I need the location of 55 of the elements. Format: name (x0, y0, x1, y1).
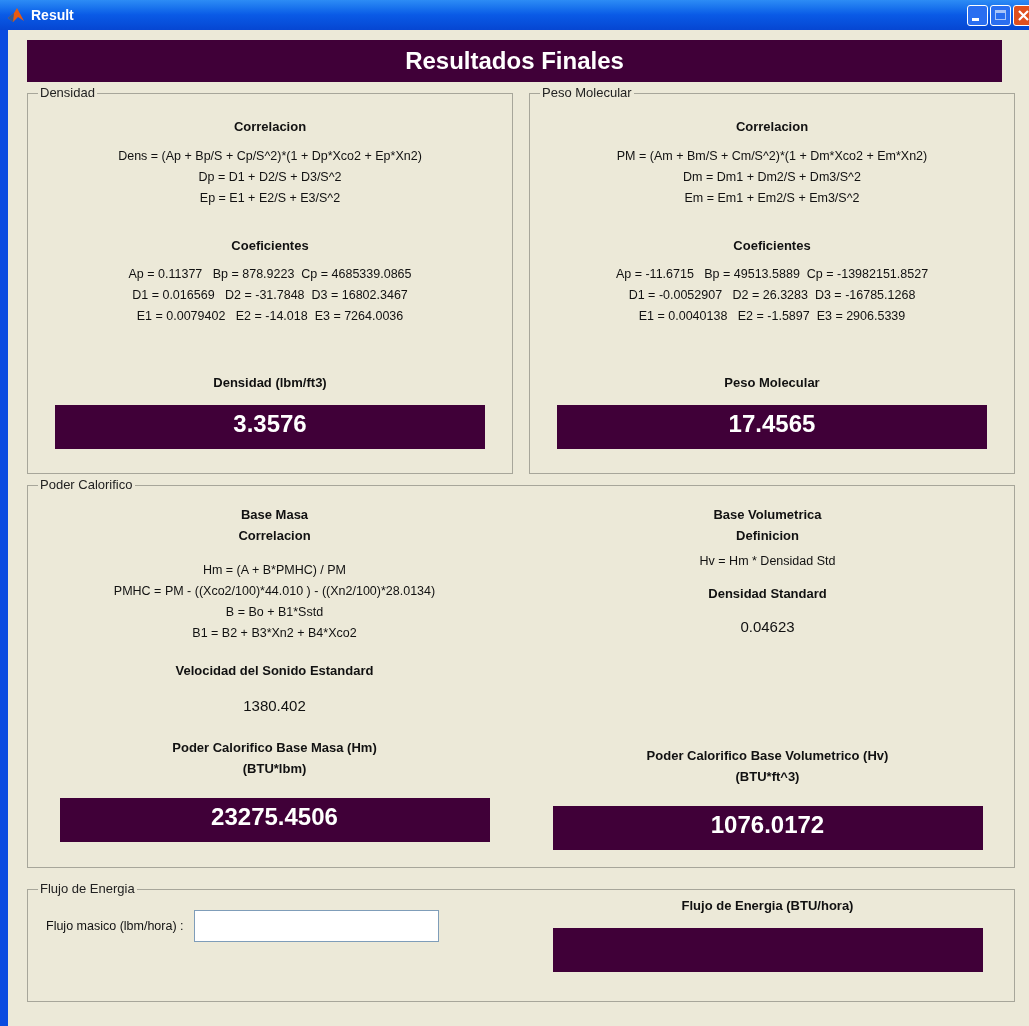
result-label: Poder Calorifico Base Masa (Hm) (172, 739, 377, 757)
result-label: Densidad (lbm/ft3) (213, 374, 327, 392)
section-heading: Correlacion (238, 527, 311, 545)
section-heading: Definicion (736, 527, 799, 545)
result-label: Peso Molecular (724, 374, 820, 392)
group-title: Densidad (39, 86, 96, 100)
coefficient-text: E1 = 0.0040138 E2 = -1.5897 E3 = 2906.5339 (638, 308, 906, 325)
result-label: Poder Calorifico Base Volumetrico (Hv) (646, 746, 889, 765)
section-heading: Coeficientes (733, 236, 811, 255)
peak-icon (7, 7, 25, 23)
field-label: Flujo masico (lbm/hora) : (46, 917, 184, 935)
minimize-button[interactable] (967, 4, 988, 26)
formula-text: B = Bo + B1*Sstd (225, 604, 324, 621)
coefficient-text: E1 = 0.0079402 E2 = -14.018 E3 = 7264.0036 (136, 308, 404, 325)
group-title: Flujo de Energia (39, 882, 136, 896)
formula-text: PM = (Am + Bm/S + Cm/S^2)*(1 + Dm*Xco2 + Em*Xn2) (616, 147, 928, 165)
maximize-button[interactable] (990, 4, 1011, 26)
section-heading: Coeficientes (231, 236, 309, 255)
section-heading: Correlacion (233, 118, 307, 136)
coefficient-text: Ap = -11.6715 Bp = 49513.5889 Cp = -13982151.8527 (615, 266, 929, 283)
formula-text: Em = Em1 + Em2/S + Em3/S^2 (684, 189, 860, 207)
result-label: (BTU*lbm) (242, 760, 307, 778)
formula-text: Hv = Hm * Densidad Std (699, 553, 836, 570)
coefficient-text: Ap = 0.11377 Bp = 878.9223 Cp = 4685339.0865 (128, 266, 412, 283)
coefficient-text: D1 = 0.016569 D2 = -31.7848 D3 = 16802.3467 (132, 287, 408, 304)
result-display: 3.3576 (55, 404, 485, 449)
group-title: Poder Calorifico (39, 478, 134, 492)
window-title: Result (31, 5, 74, 25)
section-heading: Base Masa (240, 506, 309, 524)
section-heading: Base Volumetrica (713, 506, 822, 524)
formula-text: Dens = (Ap + Bp/S + Cp/S^2)*(1 + Dp*Xco2 + Ep*Xn2) (118, 147, 422, 165)
formula-text: Hm = (A + B*PMHC) / PM (202, 562, 347, 579)
group-title: Peso Molecular (541, 86, 633, 100)
mass-flow-field[interactable] (193, 910, 439, 942)
result-display: 17.4565 (557, 404, 987, 449)
section-heading: Densidad Standard (708, 584, 827, 603)
formula-text: Ep = E1 + E2/S + E3/S^2 (199, 189, 341, 207)
section-heading: Correlacion (735, 118, 809, 136)
formula-text: PMHC = PM - ((Xco2/100)*44.010 ) - ((Xn2/100)*28.0134) (113, 583, 436, 600)
velocity-value: 1380.402 (243, 695, 306, 716)
maximize-icon (995, 10, 1006, 20)
section-heading: Velocidad del Sonido Estandard (175, 662, 374, 680)
formula-text: B1 = B2 + B3*Xn2 + B4*Xco2 (192, 625, 357, 642)
minimize-icon (972, 17, 979, 21)
formula-text: Dp = D1 + D2/S + D3/S^2 (198, 168, 342, 186)
density-value: 0.04623 (740, 617, 795, 638)
result-label: Flujo de Energia (BTU/hora) (681, 897, 854, 915)
result-display: 1076.0172 (552, 805, 983, 850)
result-label: (BTU*ft^3) (735, 767, 800, 786)
close-button[interactable] (1013, 4, 1029, 26)
result-display: 23275.4506 (59, 798, 490, 842)
formula-text: Dm = Dm1 + Dm2/S + Dm3/S^2 (683, 168, 861, 186)
close-icon (1018, 9, 1029, 21)
coefficient-text: D1 = -0.0052907 D2 = 26.3283 D3 = -16785.1268 (628, 287, 916, 304)
banner-title: Resultados Finales (27, 40, 1002, 82)
